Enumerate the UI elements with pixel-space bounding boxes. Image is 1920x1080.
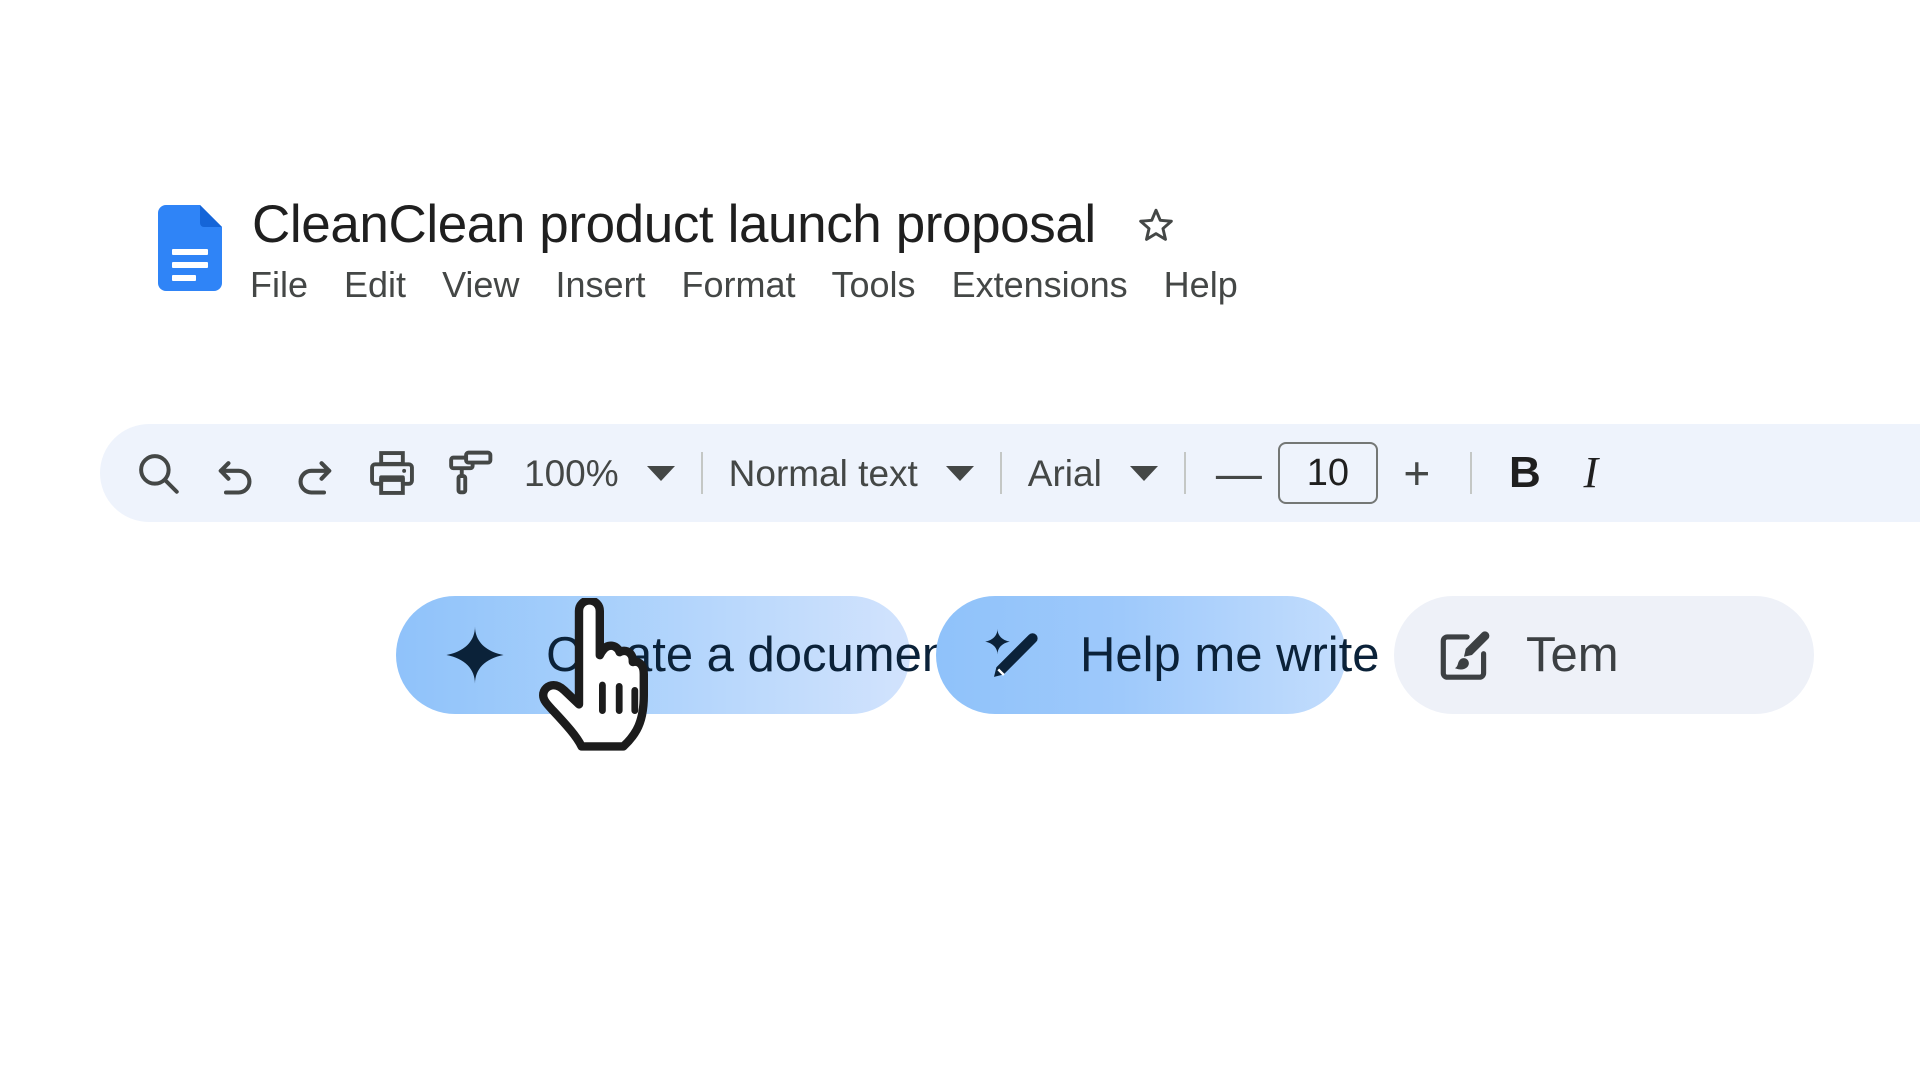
font-family-selector[interactable]: Arial xyxy=(1022,439,1164,507)
menu-item-extensions[interactable]: Extensions xyxy=(934,257,1146,314)
toolbar-divider xyxy=(1470,452,1472,494)
templates-button[interactable]: Tem xyxy=(1394,596,1814,714)
paint-format-icon[interactable] xyxy=(436,439,504,507)
font-family-value: Arial xyxy=(1028,455,1102,492)
formatting-toolbar: 100% Normal text Arial — 10 + B I xyxy=(100,424,1920,522)
page-title[interactable]: CleanClean product launch proposal xyxy=(252,198,1096,251)
create-a-document-button[interactable]: Create a document xyxy=(396,596,910,714)
chevron-down-icon xyxy=(647,466,675,481)
help-me-write-label: Help me write xyxy=(1080,631,1380,680)
magic-pen-icon xyxy=(978,623,1042,687)
title-row: CleanClean product launch proposal xyxy=(252,193,1178,255)
chevron-down-icon xyxy=(946,466,974,481)
template-brush-icon xyxy=(1434,624,1496,686)
decrease-font-size-button[interactable]: — xyxy=(1206,440,1272,506)
google-docs-icon xyxy=(158,205,222,291)
paragraph-style-selector[interactable]: Normal text xyxy=(723,439,980,507)
menu-item-help[interactable]: Help xyxy=(1146,257,1256,314)
search-icon[interactable] xyxy=(124,439,192,507)
toolbar-divider xyxy=(1000,452,1002,494)
toolbar-divider xyxy=(1184,452,1186,494)
star-outline-icon[interactable] xyxy=(1134,202,1178,246)
templates-label: Tem xyxy=(1526,631,1619,680)
menu-item-tools[interactable]: Tools xyxy=(814,257,934,314)
zoom-level-selector[interactable]: 100% xyxy=(518,439,681,507)
menu-item-edit[interactable]: Edit xyxy=(326,257,424,314)
paragraph-style-value: Normal text xyxy=(729,455,918,492)
document-header: CleanClean product launch proposal File … xyxy=(0,0,1920,420)
italic-button[interactable]: I xyxy=(1558,440,1624,506)
print-icon[interactable] xyxy=(358,439,426,507)
font-size-input[interactable]: 10 xyxy=(1278,442,1378,504)
undo-icon[interactable] xyxy=(202,439,270,507)
ai-action-chips: Create a document Help me write Tem xyxy=(0,596,1920,716)
increase-font-size-button[interactable]: + xyxy=(1384,440,1450,506)
redo-icon[interactable] xyxy=(280,439,348,507)
zoom-level-value: 100% xyxy=(524,455,619,492)
menu-item-format[interactable]: Format xyxy=(664,257,814,314)
menu-bar: File Edit View Insert Format Tools Exten… xyxy=(250,257,1256,314)
create-a-document-label: Create a document xyxy=(546,631,963,680)
menu-item-insert[interactable]: Insert xyxy=(537,257,663,314)
chevron-down-icon xyxy=(1130,466,1158,481)
menu-item-file[interactable]: File xyxy=(250,257,326,314)
menu-item-view[interactable]: View xyxy=(424,257,537,314)
sparkle-icon xyxy=(442,622,508,688)
help-me-write-button[interactable]: Help me write xyxy=(936,596,1346,714)
bold-button[interactable]: B xyxy=(1492,440,1558,506)
toolbar-divider xyxy=(701,452,703,494)
